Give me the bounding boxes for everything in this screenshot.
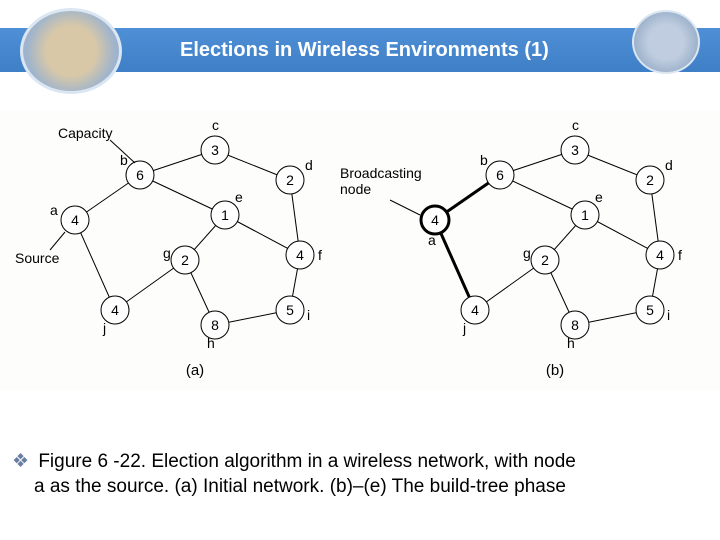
caption-line2: a as the source. (a) Initial network. (b… (34, 476, 566, 497)
node-g-cap-b: 2 (541, 252, 549, 268)
node-i-cap: 5 (286, 302, 294, 318)
node-h-label-b: h (567, 335, 575, 351)
annotation-source: Source (15, 250, 60, 266)
decorative-photo-left (20, 8, 122, 94)
node-c-label-b: c (572, 117, 579, 133)
node-c-label: c (212, 117, 219, 133)
node-f-label: f (318, 247, 322, 263)
node-j-label: j (102, 320, 106, 336)
node-j-cap: 4 (111, 302, 119, 318)
node-i-label: i (307, 307, 310, 323)
node-e-label: e (235, 189, 243, 205)
node-j-label-b: j (462, 320, 466, 336)
node-b-label-b: b (480, 152, 488, 168)
annotation-broadcast-2: node (340, 181, 371, 197)
caption-line1: Figure 6 -22. Election algorithm in a wi… (38, 451, 576, 472)
node-h-label: h (207, 335, 215, 351)
node-b-cap-b: 6 (496, 167, 504, 183)
node-d-label-b: d (665, 157, 673, 173)
node-c-cap: 3 (211, 142, 219, 158)
node-e-cap-b: 1 (581, 207, 589, 223)
annotation-capacity: Capacity (58, 125, 112, 141)
node-a-cap-b: 4 (431, 212, 439, 228)
figure-caption: ❖ Figure 6 -22. Election algorithm in a … (12, 450, 708, 499)
node-d-cap: 2 (286, 172, 294, 188)
decorative-photo-right (632, 10, 700, 74)
node-i-cap-b: 5 (646, 302, 654, 318)
panel-a-sublabel: (a) (186, 362, 204, 379)
node-i-label-b: i (667, 307, 670, 323)
node-h-cap: 8 (211, 317, 219, 333)
node-a-label-b: a (428, 232, 436, 248)
node-e-label-b: e (595, 189, 603, 205)
node-a-label: a (50, 202, 58, 218)
node-j-cap-b: 4 (471, 302, 479, 318)
node-g-cap: 2 (181, 252, 189, 268)
network-diagram: 4 6 3 2 1 4 2 8 5 4 a b c d e f g h i j … (0, 110, 720, 390)
node-g-label-b: g (523, 245, 531, 261)
node-e-cap: 1 (221, 207, 229, 223)
figure-area: 4 6 3 2 1 4 2 8 5 4 a b c d e f g h i j … (0, 110, 720, 390)
panel-b-sublabel: (b) (546, 362, 564, 379)
slide-title: Elections in Wireless Environments (1) (180, 39, 549, 62)
node-h-cap-b: 8 (571, 317, 579, 333)
node-d-label: d (305, 157, 313, 173)
node-b-cap: 6 (136, 167, 144, 183)
annotation-broadcast-1: Broadcasting (340, 165, 422, 181)
node-b-label: b (120, 152, 128, 168)
node-a-cap: 4 (71, 212, 79, 228)
node-f-label-b: f (678, 247, 682, 263)
node-d-cap-b: 2 (646, 172, 654, 188)
node-g-label: g (163, 245, 171, 261)
node-c-cap-b: 3 (571, 142, 579, 158)
node-f-cap: 4 (296, 247, 304, 263)
node-f-cap-b: 4 (656, 247, 664, 263)
bullet-icon: ❖ (12, 451, 29, 472)
